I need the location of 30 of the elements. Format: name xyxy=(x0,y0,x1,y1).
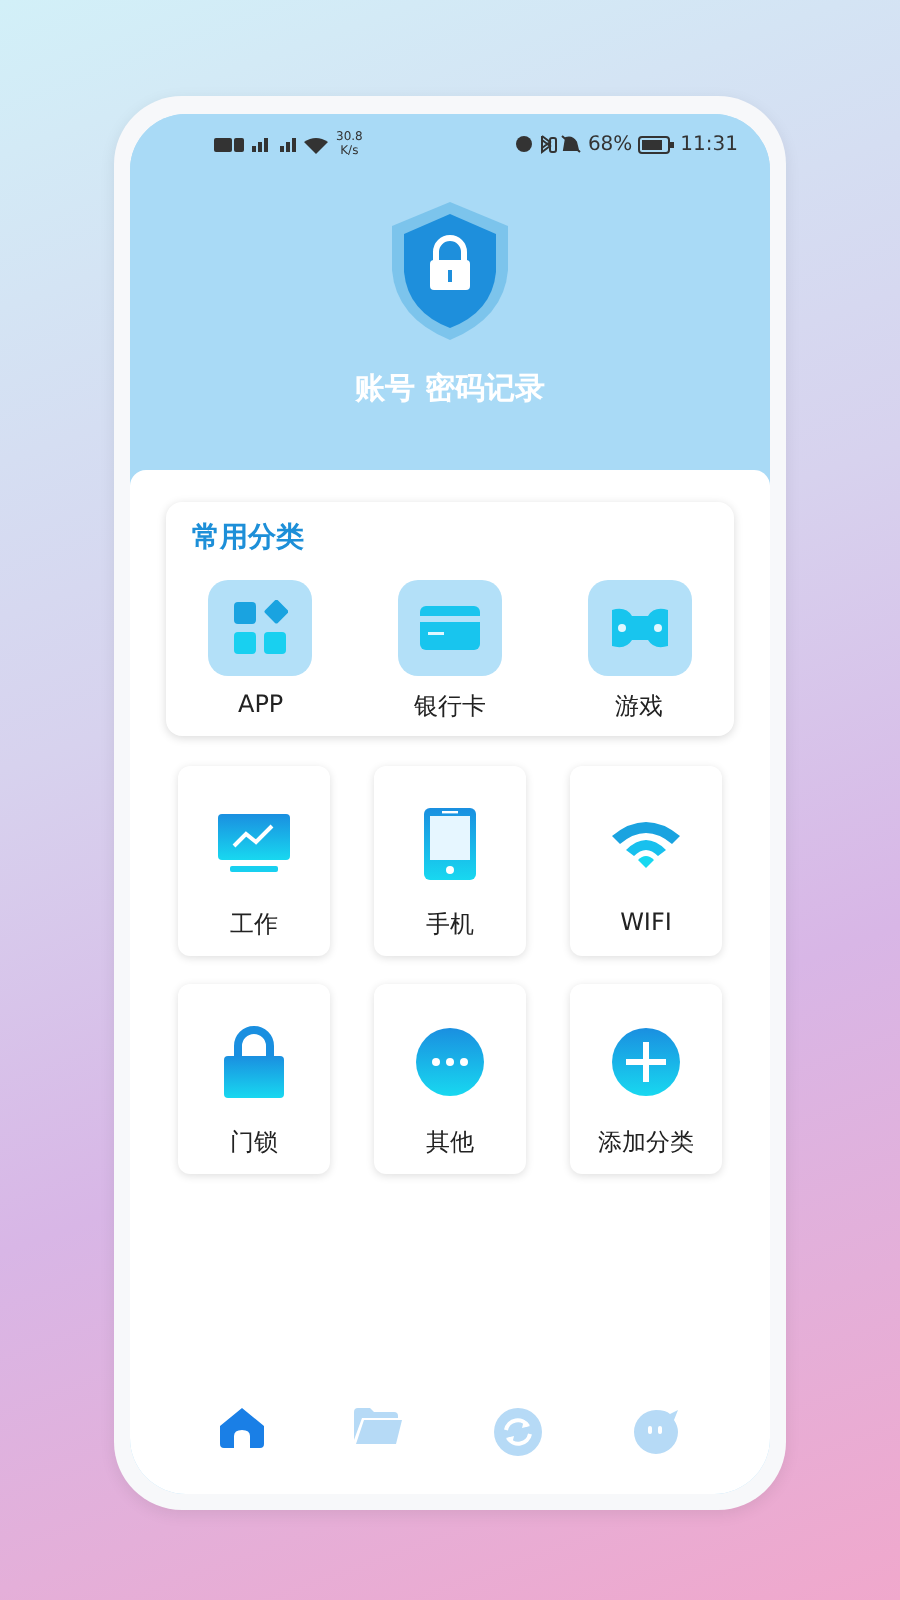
section-title: 常用分类 xyxy=(190,520,306,556)
clock-time: 11:31 xyxy=(680,133,738,155)
monitor-chart-icon xyxy=(218,814,290,874)
category-tile[interactable]: 手机 xyxy=(374,766,526,956)
chat-face-icon xyxy=(632,1408,681,1456)
folder-icon xyxy=(354,1408,403,1444)
category-button[interactable]: APP xyxy=(180,580,341,724)
more-icon xyxy=(416,1028,484,1096)
category-button[interactable]: 银行卡 xyxy=(369,580,530,724)
status-icons xyxy=(513,134,582,154)
wifi-icon xyxy=(612,820,680,868)
category-tile[interactable]: 其他 xyxy=(374,984,526,1174)
category-tile[interactable]: 添加分类 xyxy=(570,984,722,1174)
gamepad-icon xyxy=(607,606,672,650)
refresh-icon xyxy=(493,1408,542,1456)
home-icon xyxy=(219,1408,264,1448)
phone-icon xyxy=(424,808,476,880)
category-tile[interactable]: 门锁 xyxy=(178,984,330,1174)
category-tile[interactable]: WIFI xyxy=(570,766,722,956)
shield-lock-icon xyxy=(388,198,512,342)
battery-icon xyxy=(638,135,675,153)
battery-percent: 68% xyxy=(587,133,633,155)
signal-icon xyxy=(214,135,330,153)
apps-grid-icon xyxy=(232,600,289,656)
lock-icon xyxy=(224,1026,284,1098)
category-tile[interactable]: 工作 xyxy=(178,766,330,956)
add-icon xyxy=(612,1028,680,1096)
card-icon xyxy=(419,606,480,650)
app-title: 账号 密码记录 xyxy=(354,370,546,408)
category-button[interactable]: 游戏 xyxy=(559,580,720,724)
